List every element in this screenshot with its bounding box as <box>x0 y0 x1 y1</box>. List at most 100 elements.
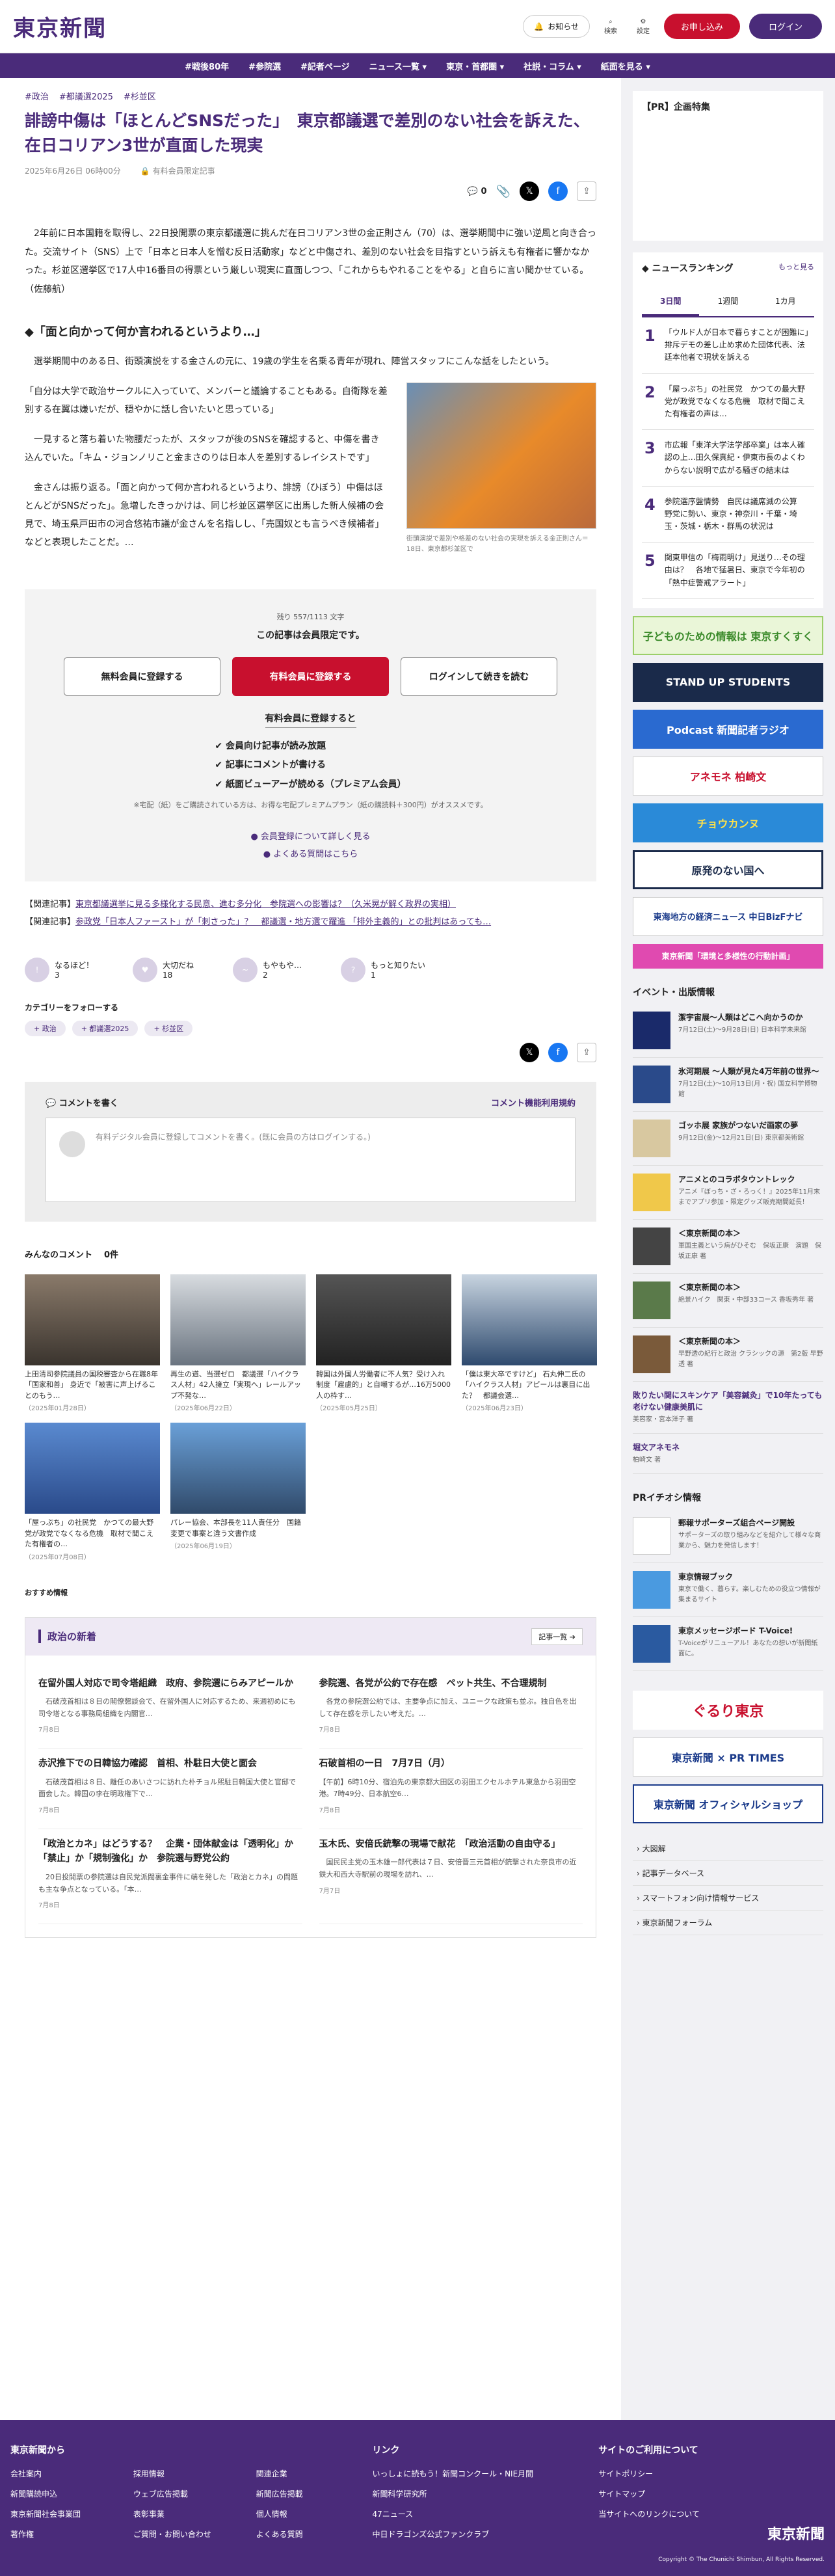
tag-link[interactable]: #都議選2025 <box>59 90 113 102</box>
news-more-button[interactable]: 記事一覧 ➔ <box>531 1628 583 1645</box>
footer-link[interactable]: サイトポリシー <box>598 2468 825 2479</box>
thumb-card[interactable]: 再生の道、当選ゼロ 都議選「ハイクラス人材」42人擁立「実現へ」レールアップ不発… <box>170 1274 306 1412</box>
paid-register-button[interactable]: 有料会員に登録する <box>232 656 389 696</box>
nav-item[interactable]: 社説・コラム ▾ <box>524 60 581 72</box>
comment-rules-link[interactable]: コメント機能利用規約 <box>491 1096 576 1108</box>
apply-button[interactable]: お申し込み <box>663 14 740 39</box>
event-item[interactable]: アニメとのコラボタウントレック アニメ『ぼっち・ざ・ろっく！』2025年11月末ま… <box>633 1166 823 1220</box>
side-link[interactable]: › 大図解 <box>633 1836 823 1861</box>
footer-link[interactable]: サイトマップ <box>598 2488 825 2499</box>
footer-link[interactable]: 新聞科学研究所 <box>372 2488 598 2499</box>
footer-link[interactable]: 関連企業 <box>256 2468 373 2479</box>
facebook-share-icon[interactable]: f <box>548 181 568 201</box>
event-item[interactable]: 敗りたい関にスキンケア「美容鍼灸」で10年たっても老けない健康美肌に 美容家・宮本… <box>633 1382 823 1434</box>
event-item[interactable]: ゴッホ展 家族がつないだ画家の夢 9月12日(金)〜12月21日(日) 東京都美術… <box>633 1112 823 1166</box>
reaction-naruhodo[interactable]: ! なるほど！ 3 <box>25 957 94 982</box>
footer-link[interactable]: 東京新聞社会事業団 <box>10 2508 127 2519</box>
article-photo[interactable] <box>406 382 596 529</box>
footer-link[interactable]: 新聞広告掲載 <box>256 2488 373 2499</box>
ranking-item[interactable]: 4 参院選序盤情勢 自民は議席減の公算 野党に勢い、東京・神奈川・千葉・埼玉・茨城… <box>642 487 814 543</box>
nav-item[interactable]: 紙面を見る ▾ <box>601 60 650 72</box>
footer-link[interactable]: 中日ドラゴンズ公式ファンクラブ <box>372 2529 598 2540</box>
news-item[interactable]: 「政治とカネ」はどうする？ 企業・団体献金は「透明化」か「禁止」か「規制強化」か… <box>38 1829 302 1925</box>
tab-3days[interactable]: 3日間 <box>642 288 700 316</box>
nav-item[interactable]: ニュース一覧 ▾ <box>369 60 427 72</box>
reaction-moyamoya[interactable]: ~ もやもや… 2 <box>233 957 302 982</box>
pr-item[interactable]: 郵報サポーターズ組合ページ開設 サポーターズの取り組みなどを紹介して様々な商業から… <box>633 1509 823 1563</box>
event-item[interactable]: ＜東京新聞の本＞ 早野透の紀行と政治 クラシックの源 第2版 早野透 著 <box>633 1328 823 1382</box>
nav-item[interactable]: #参院選 <box>248 60 281 72</box>
banner-no-nuclear[interactable]: 原発のない国へ <box>633 850 823 889</box>
ranking-item[interactable]: 1 「ウルド人が日本で暮らすことが困難に」排斥デモの差し止め求めた団体代表、法廷本… <box>642 317 814 374</box>
news-item[interactable]: 在留外国人対応で司令塔組織 政府、参院選にらみアピールか 石破茂首相は８日の閣僚… <box>38 1669 302 1749</box>
reaction-taisetsu[interactable]: ♥ 大切だね 18 <box>133 957 194 982</box>
free-register-button[interactable]: 無料会員に登録する <box>64 656 220 696</box>
footer-link[interactable]: 著作権 <box>10 2529 127 2540</box>
pr-item[interactable]: 東京情報ブック 東京で働く、暮らす。楽しむための役立つ情報が集まるサイト <box>633 1563 823 1617</box>
banner-prtimes[interactable]: 東京新聞 × PR TIMES <box>633 1737 823 1777</box>
login-continue-button[interactable]: ログインして続きを読む <box>401 656 557 696</box>
banner-chunichi-biz[interactable]: 東海地方の経済ニュース 中日BizFナビ <box>633 896 823 936</box>
x-share-icon[interactable]: 𝕏 <box>520 181 539 201</box>
event-item[interactable]: 潔宇宙展〜人類はどこへ向かうのか 7月12日(土)〜9月28日(日) 日本科学未来… <box>633 1004 823 1058</box>
event-item[interactable]: 氷河期展 〜人類が見た4万年前の世界〜 7月12日(土)〜10月13日(月・祝) … <box>633 1058 823 1112</box>
notice-button[interactable]: 🔔 お知らせ <box>523 15 590 38</box>
thumb-card[interactable]: 韓国は外国人労働者に不人気？受け入れ制度「雇慮的」と自嘲するが…16万5000人… <box>316 1274 451 1412</box>
thumb-card[interactable]: 「僕は東大卒ですけど」 石丸伸二氏の「ハイクラス人材」アピールは裏目に出た？ 都… <box>462 1274 597 1412</box>
side-link[interactable]: › 記事データベース <box>633 1861 823 1886</box>
thumb-card[interactable]: パレー協会、本部長を11人責任分 国籍変更で事案と違う文書作成 （2025年06月… <box>170 1423 306 1561</box>
ranking-item[interactable]: 3 市広報「東洋大学法学部卒業」は本人確認の上…田久保真紀・伊東市長のよくわからな… <box>642 430 814 487</box>
tab-1week[interactable]: 1週間 <box>699 288 756 316</box>
comment-input[interactable]: 有料デジタル会員に登録してコメントを書く。(既に会員の方はログインする。) <box>46 1117 576 1202</box>
search-button[interactable]: ⌕ 検索 <box>599 18 622 35</box>
footer-link[interactable]: 47ニュース <box>372 2508 598 2519</box>
footer-link[interactable]: 表彰事業 <box>133 2508 250 2519</box>
facebook-share-icon[interactable]: f <box>548 1042 568 1062</box>
banner-gururi[interactable]: ぐるり東京 <box>633 1690 823 1730</box>
nav-item[interactable]: #記者ページ <box>300 60 350 72</box>
news-item[interactable]: 参院選、各党が公約で存在感 ペット共生、不合理規制 各党の参院選公約では、主要争… <box>319 1669 583 1749</box>
membership-info-link[interactable]: ● 会員登録について詳しく見る <box>64 829 557 842</box>
footer-link[interactable]: 会社案内 <box>10 2468 127 2479</box>
banner-anemone[interactable]: アネモネ 柏崎文 <box>633 756 823 796</box>
thumb-card[interactable]: 「屋っぷち」の社民党 かつての最大野党が政党でなくなる危機 取材で聞こえた有権者… <box>25 1423 160 1561</box>
reaction-motto[interactable]: ? もっと知りたい 1 <box>341 957 425 982</box>
banner-chokanu[interactable]: チョウカンヌ <box>633 803 823 842</box>
event-item[interactable]: ＜東京新聞の本＞ 絶景ハイク 関東・中部33コース 香坂秀年 著 <box>633 1274 823 1328</box>
tag-link[interactable]: #杉並区 <box>124 90 156 102</box>
ranking-more-link[interactable]: もっと見る <box>778 262 814 280</box>
news-item[interactable]: 赤沢推下での日韓協力確認 首相、朴駐日大使と面会 石破茂首相は８日、離任のあいさ… <box>38 1749 302 1830</box>
clip-icon[interactable]: 📎 <box>496 185 510 198</box>
related-link[interactable]: 東京都議選挙に見る多様化する民意、進む多分化 参院選への影響は？（久米晃が解く政… <box>75 900 456 909</box>
side-link[interactable]: › 東京新聞フォーラム <box>633 1911 823 1935</box>
side-link[interactable]: › スマートフォン向け情報サービス <box>633 1886 823 1911</box>
footer-link[interactable]: 当サイトへのリンクについて <box>598 2508 825 2519</box>
footer-link[interactable]: 新聞購読申込 <box>10 2488 127 2499</box>
login-button[interactable]: ログイン <box>749 14 822 39</box>
follow-chip[interactable]: + 杉並区 <box>144 1020 193 1036</box>
thumb-card[interactable]: 上田清司参院議員の国税審査から在職8年「国家和善」 身近で「被害に声上げることの… <box>25 1274 160 1412</box>
faq-link[interactable]: ● よくある質問はこちら <box>64 847 557 859</box>
ranking-item[interactable]: 2 「屋っぷち」の社民党 かつての最大野党が政党でなくなる危機 取材で聞こえた有権… <box>642 374 814 431</box>
banner-podcast[interactable]: Podcast 新聞記者ラジオ <box>633 709 823 749</box>
export-icon[interactable]: ⇪ <box>577 1042 596 1062</box>
tab-1month[interactable]: 1カ月 <box>757 288 814 316</box>
footer-link[interactable]: ご質問・お問い合わせ <box>133 2529 250 2540</box>
footer-link[interactable]: 採用情報 <box>133 2468 250 2479</box>
footer-logo[interactable]: 東京新聞 <box>767 2523 825 2543</box>
news-item[interactable]: 石破首相の一日 7月7日（月） 【午前】6時10分、宿泊先の東京都大田区の羽田エク… <box>319 1749 583 1830</box>
footer-link[interactable]: ウェブ広告掲載 <box>133 2488 250 2499</box>
pr-item[interactable]: 東京メッセージボード T-Voice! T-Voiceがリニューアル！あなたの想い… <box>633 1617 823 1671</box>
footer-link[interactable]: よくある質問 <box>256 2529 373 2540</box>
site-logo[interactable]: 東京新聞 <box>13 10 107 42</box>
comment-count[interactable]: 💬 0 <box>468 187 487 196</box>
nav-item[interactable]: 東京・首都圏 ▾ <box>446 60 504 72</box>
settings-button[interactable]: ⚙ 設定 <box>631 18 655 35</box>
footer-link[interactable]: いっしょに読もう！新聞コンクール・NIE月間 <box>372 2468 598 2479</box>
event-item[interactable]: ＜東京新聞の本＞ 軍国主義という病がひそむ 保坂正康 演題 保坂正康 著 <box>633 1220 823 1274</box>
banner-shop[interactable]: 東京新聞 オフィシャルショップ <box>633 1784 823 1823</box>
banner-diversity[interactable]: 東京新聞「環境と多様性の行動計画」 <box>633 943 823 969</box>
x-share-icon[interactable]: 𝕏 <box>520 1042 539 1062</box>
export-icon[interactable]: ⇪ <box>577 181 596 201</box>
news-item[interactable]: 玉木氏、安倍氏銃撃の現場で献花 「政治活動の自由守る」 国民民主党の玉木雄一郎代… <box>319 1829 583 1925</box>
